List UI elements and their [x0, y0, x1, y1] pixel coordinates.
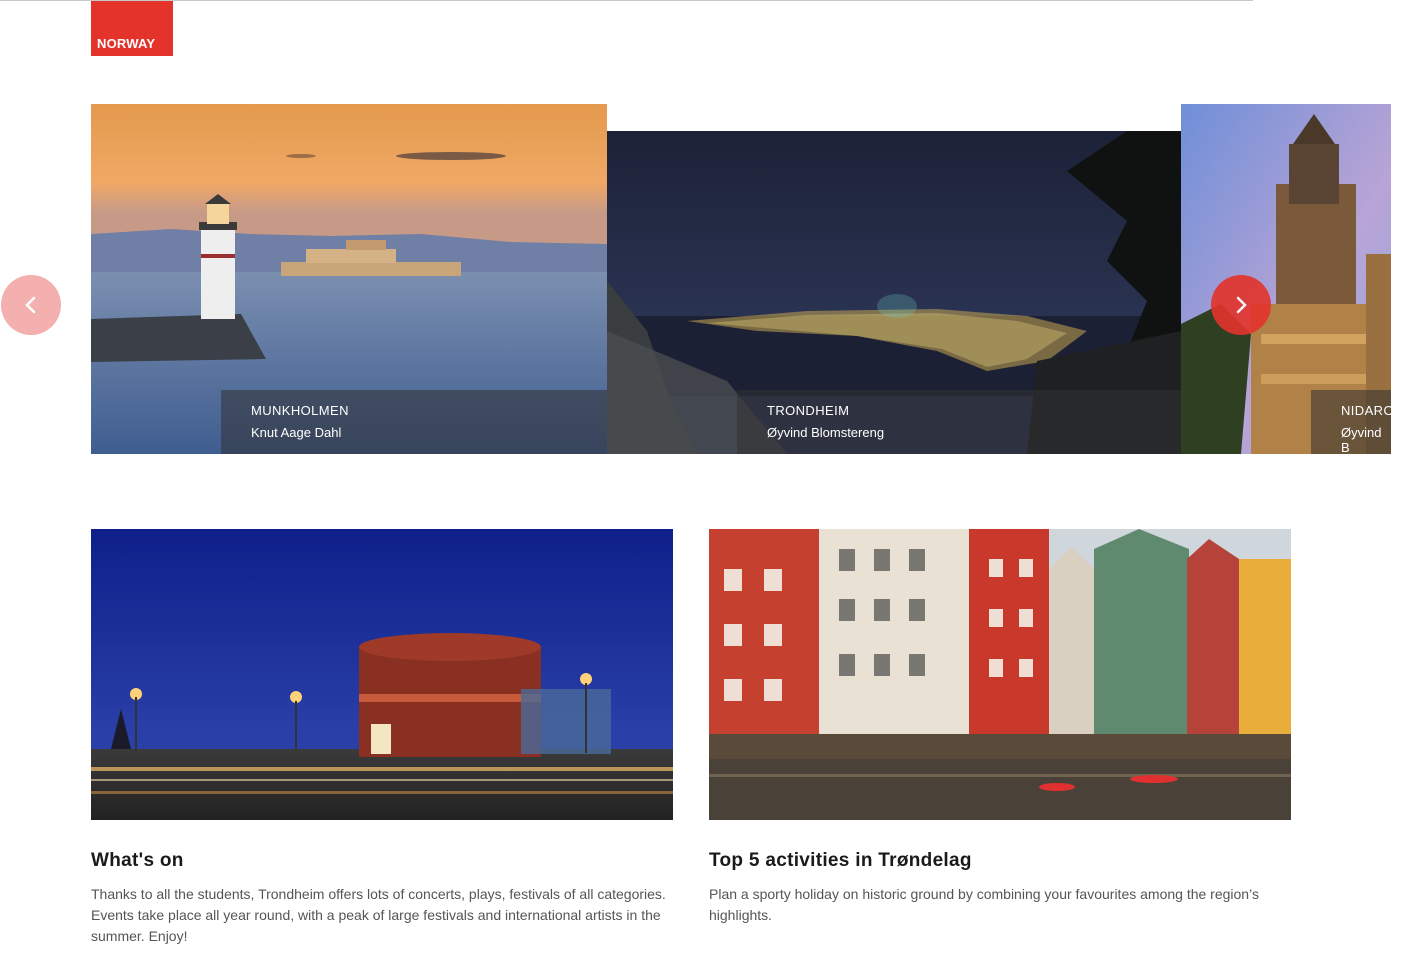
slide-caption: TRONDHEIM Øyvind Blomstereng	[737, 390, 1181, 454]
top-divider	[0, 0, 1253, 1]
carousel-slide-nidaros[interactable]: NIDARO Øyvind B	[1181, 104, 1391, 454]
slide-caption: NIDARO Øyvind B	[1311, 390, 1391, 454]
carousel-next-button[interactable]	[1211, 275, 1271, 335]
top-activities-title[interactable]: Top 5 activities in Trøndelag	[709, 850, 972, 872]
whats-on-title[interactable]: What's on	[91, 850, 184, 872]
top-activities-photo	[709, 529, 1291, 820]
chevron-left-icon	[25, 296, 36, 314]
slide-title: TRONDHEIM	[767, 403, 850, 418]
top-activities-image[interactable]	[709, 529, 1291, 820]
slide-credit: Knut Aage Dahl	[251, 425, 342, 440]
whats-on-photo	[91, 529, 673, 820]
slide-caption: MUNKHOLMEN Knut Aage Dahl	[221, 390, 607, 454]
top-activities-description: Plan a sporty holiday on historic ground…	[709, 886, 1259, 923]
slide-title: MUNKHOLMEN	[251, 403, 349, 418]
carousel-prev-button[interactable]	[1, 275, 61, 335]
whats-on-description: Thanks to all the students, Trondheim of…	[91, 886, 666, 944]
logo-text: NORWAY	[97, 36, 156, 51]
chevron-right-icon	[1236, 296, 1247, 314]
slide-title: NIDARO	[1341, 403, 1391, 418]
slide-credit: Øyvind Blomstereng	[767, 425, 885, 440]
carousel-slide-trondheim[interactable]: TRONDHEIM Øyvind Blomstereng	[607, 131, 1181, 454]
carousel-slide-munkholmen[interactable]: MUNKHOLMEN Knut Aage Dahl	[91, 104, 607, 454]
whats-on-image[interactable]	[91, 529, 673, 820]
norway-logo[interactable]: NORWAY	[91, 1, 173, 56]
slide-credit: Øyvind B	[1341, 425, 1382, 454]
